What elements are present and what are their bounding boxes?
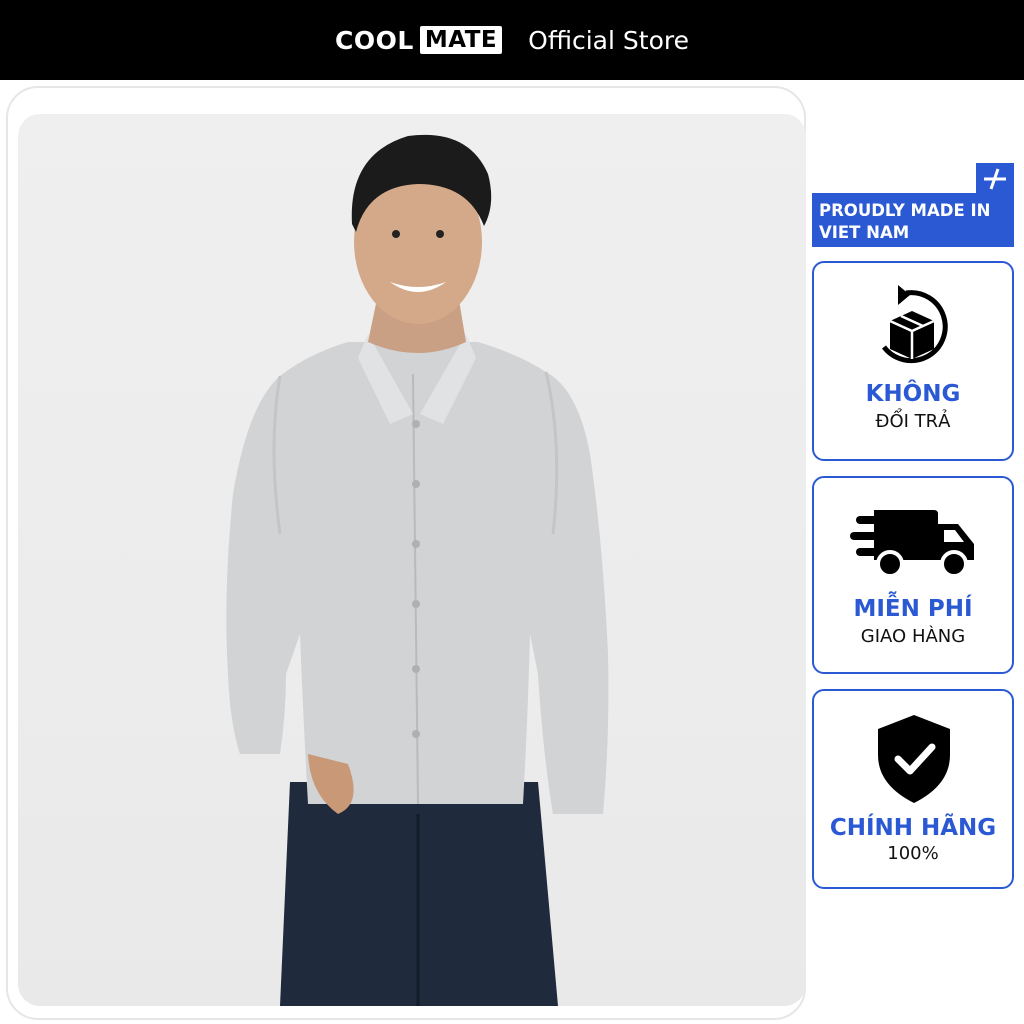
- shield-check-icon: [878, 715, 950, 803]
- coolmate-logo: COOL MATE: [335, 25, 503, 55]
- store-header: COOL MATE Official Store: [0, 0, 1024, 80]
- product-photo: [18, 114, 806, 1006]
- made-in-vietnam-badge: PROUDLY MADE IN VIET NAM: [812, 193, 1014, 247]
- authentic-subtitle: 100%: [887, 843, 939, 864]
- made-in-line2: VIET NAM: [819, 223, 910, 242]
- store-label: Official Store: [528, 25, 689, 55]
- plus-slash-logo-icon: [984, 168, 1006, 190]
- brand-mate-text: MATE: [419, 26, 503, 54]
- free-shipping-title: MIỄN PHÍ: [853, 596, 973, 622]
- authentic-title: CHÍNH HÃNG: [829, 815, 997, 841]
- delivery-truck-icon: [850, 510, 974, 578]
- no-return-subtitle: ĐỔI TRẢ: [875, 411, 951, 432]
- brand-cool-text: COOL: [335, 25, 414, 55]
- free-shipping-card: MIỄN PHÍ GIAO HÀNG: [812, 476, 1014, 674]
- no-return-card: KHÔNG ĐỔI TRẢ: [812, 261, 1014, 461]
- return-box-icon: [882, 285, 948, 364]
- model-illustration: [226, 134, 609, 1006]
- free-shipping-subtitle: GIAO HÀNG: [860, 626, 966, 647]
- no-return-title: KHÔNG: [865, 381, 961, 407]
- authentic-card: CHÍNH HÃNG 100%: [812, 689, 1014, 889]
- made-in-corner: [976, 163, 1014, 195]
- made-in-line1: PROUDLY MADE IN: [819, 201, 991, 220]
